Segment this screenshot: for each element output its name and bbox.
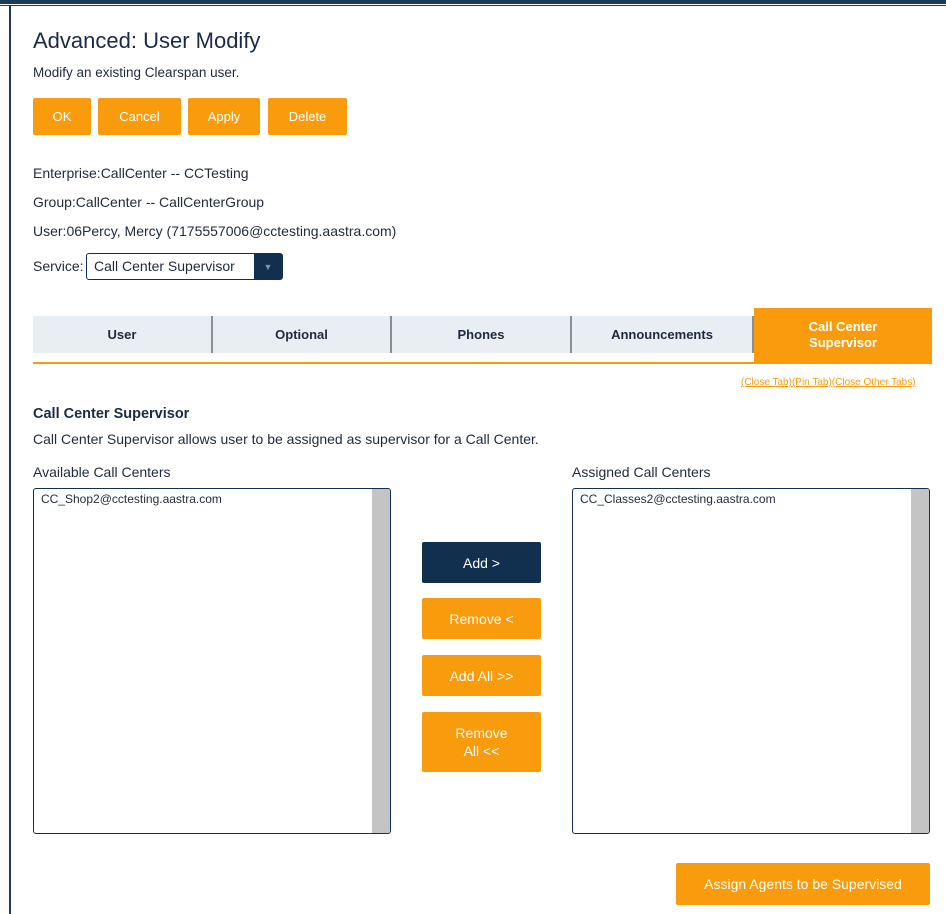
add-all-button[interactable]: Add All >> [422, 655, 541, 696]
assign-agents-button[interactable]: Assign Agents to be Supervised [676, 863, 930, 905]
close-tab-link[interactable]: (Close Tab) [741, 377, 792, 388]
cancel-button[interactable]: Cancel [98, 98, 181, 135]
tab-announcements[interactable]: Announcements [572, 316, 754, 353]
service-select[interactable]: Call Center Supervisor ▼ [86, 253, 283, 280]
group-info: Group:CallCenter -- CallCenterGroup [33, 194, 265, 210]
remove-button[interactable]: Remove < [422, 598, 541, 639]
remove-all-label-line1: Remove [455, 725, 508, 741]
add-button[interactable]: Add > [422, 542, 541, 583]
tab-optional[interactable]: Optional [213, 316, 392, 353]
delete-button[interactable]: Delete [268, 98, 347, 135]
scrollbar[interactable] [911, 489, 929, 833]
tab-underline [33, 362, 932, 364]
remove-all-label-line2: All << [463, 743, 500, 759]
tab-label: Announcements [611, 327, 713, 342]
tab-phones[interactable]: Phones [392, 316, 572, 353]
page-title: Advanced: User Modify [33, 28, 261, 53]
window-left-border [9, 6, 11, 914]
user-info: User:06Percy, Mercy (7175557006@cctestin… [33, 223, 397, 239]
window-top-border-inner [0, 5, 946, 6]
assigned-call-centers-list[interactable]: CC_Classes2@cctesting.aastra.com [572, 488, 930, 834]
apply-button[interactable]: Apply [188, 98, 260, 135]
tab-user[interactable]: User [33, 316, 213, 353]
close-other-tabs-link[interactable]: (Close Other Tabs) [832, 377, 916, 388]
scrollbar[interactable] [372, 489, 390, 833]
tab-links: (Close Tab)(Pin Tab)(Close Other Tabs) [741, 377, 916, 388]
list-item[interactable]: CC_Shop2@cctesting.aastra.com [41, 492, 222, 506]
ok-button[interactable]: OK [33, 98, 91, 135]
tab-label: Call Center Supervisor [808, 319, 878, 350]
available-call-centers-list[interactable]: CC_Shop2@cctesting.aastra.com [33, 488, 391, 834]
page-subtitle: Modify an existing Clearspan user. [33, 65, 240, 80]
assigned-list-label: Assigned Call Centers [572, 464, 711, 480]
available-list-label: Available Call Centers [33, 464, 171, 480]
tab-label: Phones [457, 327, 505, 342]
list-item[interactable]: CC_Classes2@cctesting.aastra.com [580, 492, 776, 506]
section-title: Call Center Supervisor [33, 406, 190, 422]
tab-label: Optional [275, 327, 328, 342]
pin-tab-link[interactable]: (Pin Tab) [792, 377, 832, 388]
chevron-down-icon[interactable]: ▼ [254, 254, 282, 279]
section-description: Call Center Supervisor allows user to be… [33, 431, 539, 447]
tab-label: User [107, 327, 137, 342]
remove-all-button[interactable]: Remove All << [422, 712, 541, 772]
tab-call-center-supervisor[interactable]: Call Center Supervisor [754, 308, 932, 362]
enterprise-info: Enterprise:CallCenter -- CCTesting [33, 165, 249, 181]
service-selected-value: Call Center Supervisor [94, 258, 235, 274]
window-top-border [0, 0, 946, 4]
service-label: Service: [33, 258, 84, 274]
